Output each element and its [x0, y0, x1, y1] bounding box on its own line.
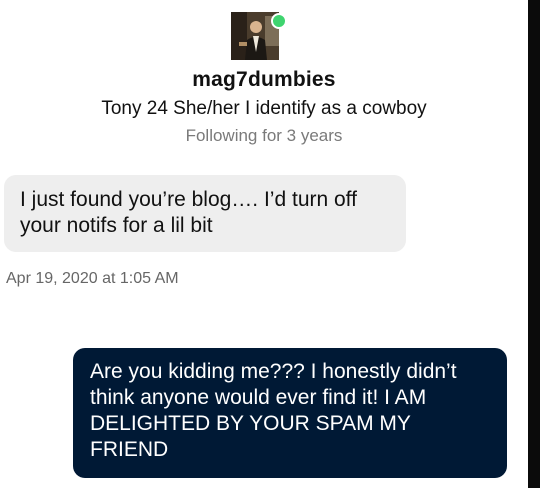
profile-bio: Tony 24 She/her I identify as a cowboy [101, 98, 427, 119]
following-duration: Following for 3 years [185, 126, 343, 145]
avatar-container[interactable] [231, 12, 287, 60]
window-edge [528, 0, 540, 488]
message-received[interactable]: I just found you’re blog…. I’d turn off … [4, 175, 406, 252]
message-sent[interactable]: Are you kidding me??? I honestly didn’t … [73, 348, 507, 478]
online-status-icon [271, 13, 287, 29]
username[interactable]: mag7dumbies [0, 68, 528, 92]
message-timestamp: Apr 19, 2020 at 1:05 AM [6, 270, 179, 287]
